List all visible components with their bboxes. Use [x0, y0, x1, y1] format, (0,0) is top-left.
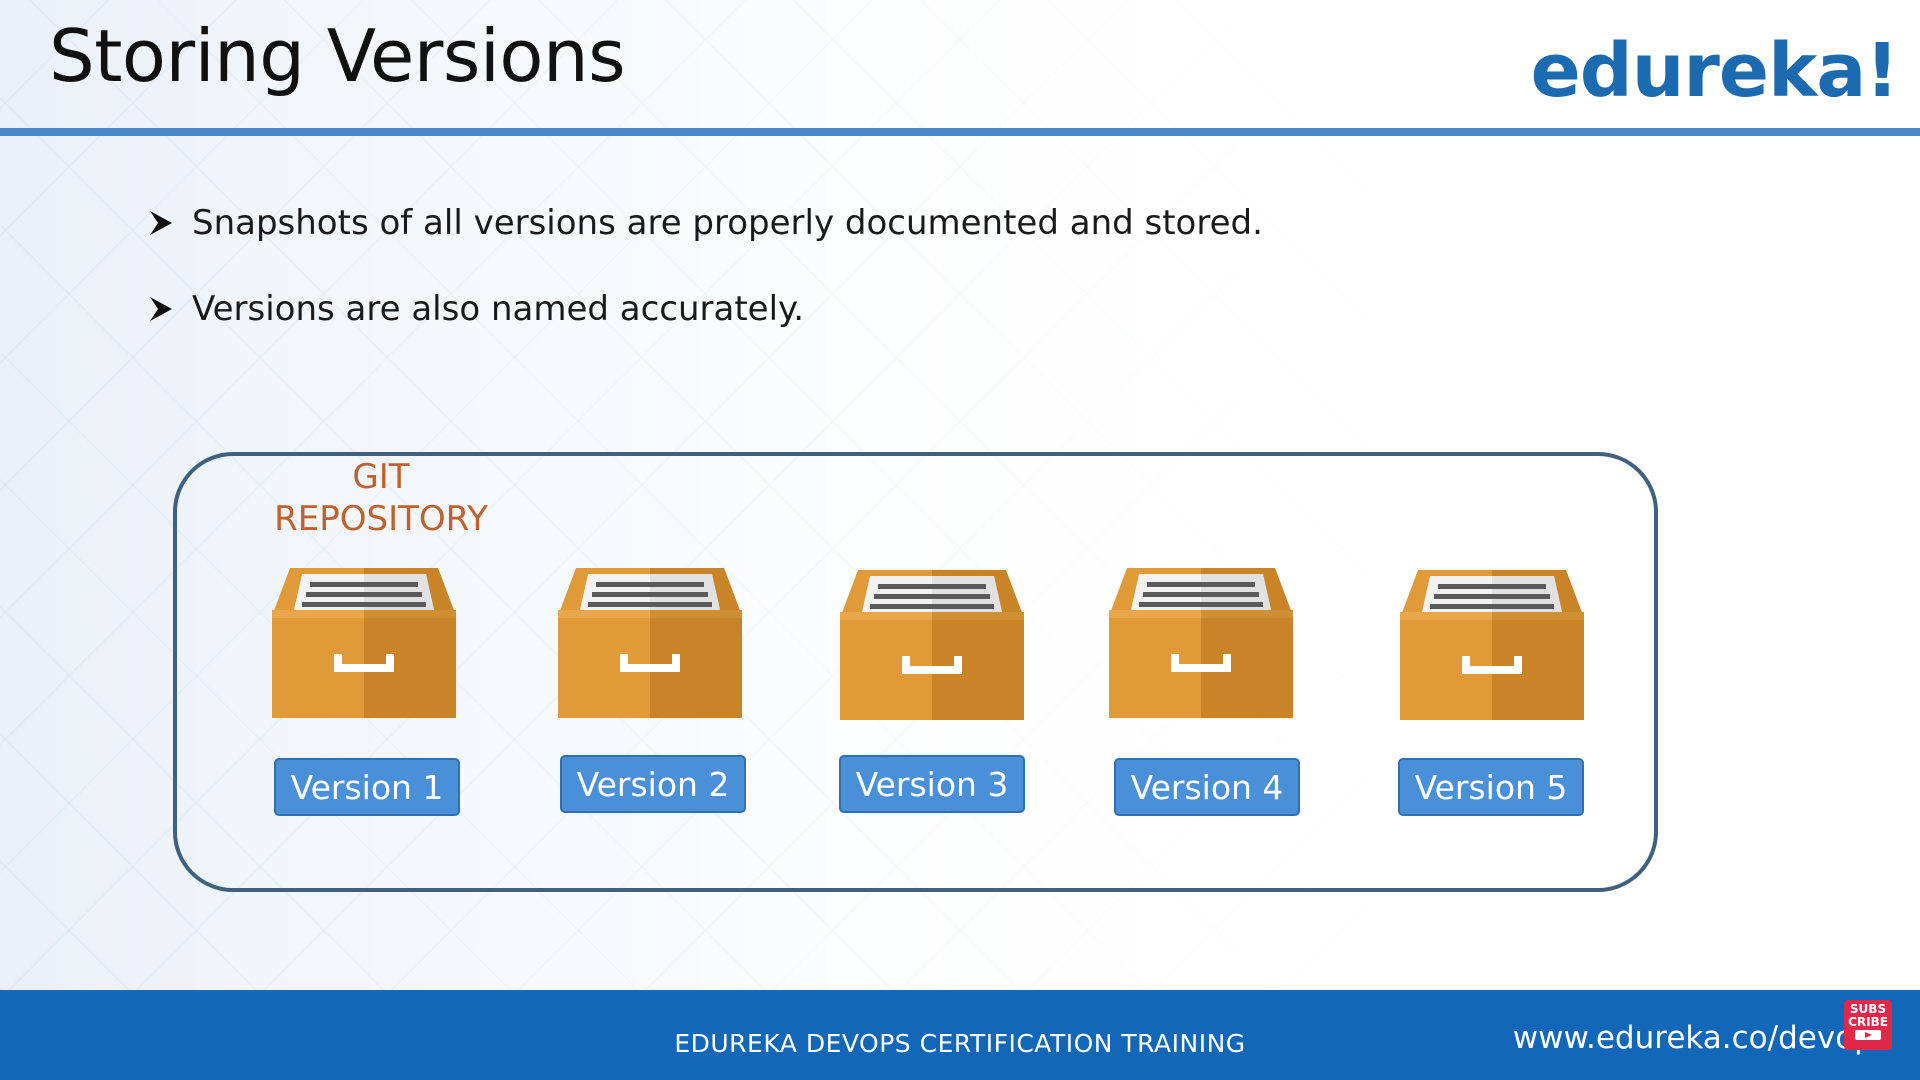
footer-url-link[interactable]: www.edureka.co/devops: [1513, 1020, 1890, 1056]
arrowhead-bullet-icon: [150, 211, 172, 235]
title-divider: [0, 128, 1920, 136]
edureka-logo: edureka!: [1530, 28, 1899, 114]
subscribe-badge-icon[interactable]: SUBS CRIBE: [1844, 1000, 1892, 1050]
bullet-item: Versions are also named accurately.: [148, 284, 1263, 334]
bullet-text: Snapshots of all versions are properly d…: [192, 203, 1263, 243]
file-drawer-icon: [558, 558, 742, 718]
slide-title: Storing Versions: [49, 14, 626, 98]
version-5-button[interactable]: Version 5: [1398, 758, 1584, 816]
file-drawer-icon: [840, 560, 1024, 720]
repo-label-line2: REPOSITORY: [274, 499, 488, 539]
arrowhead-bullet-icon: [150, 297, 172, 321]
file-drawer-icon: [1400, 560, 1584, 720]
repo-label-line1: GIT: [352, 457, 410, 497]
bullet-item: Snapshots of all versions are properly d…: [148, 198, 1263, 248]
play-icon: [1855, 1030, 1881, 1040]
version-1-button[interactable]: Version 1: [274, 758, 460, 816]
version-2-button[interactable]: Version 2: [560, 755, 746, 813]
bullet-text: Versions are also named accurately.: [192, 289, 805, 329]
version-4-button[interactable]: Version 4: [1114, 758, 1300, 816]
bullet-list: Snapshots of all versions are properly d…: [148, 198, 1263, 370]
git-repository-label: GIT REPOSITORY: [258, 456, 504, 540]
subscribe-line2: CRIBE: [1848, 1015, 1888, 1029]
file-drawer-icon: [272, 558, 456, 718]
footer-bar: EDUREKA DEVOPS CERTIFICATION TRAINING ww…: [0, 990, 1920, 1080]
file-drawer-icon: [1109, 558, 1293, 718]
version-3-button[interactable]: Version 3: [839, 755, 1025, 813]
